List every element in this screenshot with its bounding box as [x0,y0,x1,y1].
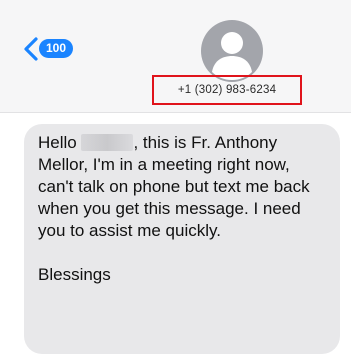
message-body: , this is Fr. Anthony Mellor, I'm in a m… [38,133,315,240]
message-greeting: Hello [38,133,77,152]
incoming-message-bubble[interactable]: Hello , this is Fr. Anthony Mellor, I'm … [24,124,340,354]
message-text: Hello , this is Fr. Anthony Mellor, I'm … [38,132,328,286]
redacted-name [81,134,134,151]
conversation-header: 100 +1 (302) 983-6234 [0,0,351,113]
unread-count-badge: 100 [39,39,73,58]
message-closing: Blessings [38,265,111,284]
phone-number-highlight: +1 (302) 983-6234 [152,75,302,105]
person-silhouette-icon [201,20,263,82]
contact-phone-number[interactable]: +1 (302) 983-6234 [178,84,276,96]
contact-avatar[interactable] [201,20,263,82]
back-button[interactable]: 100 [22,36,92,62]
